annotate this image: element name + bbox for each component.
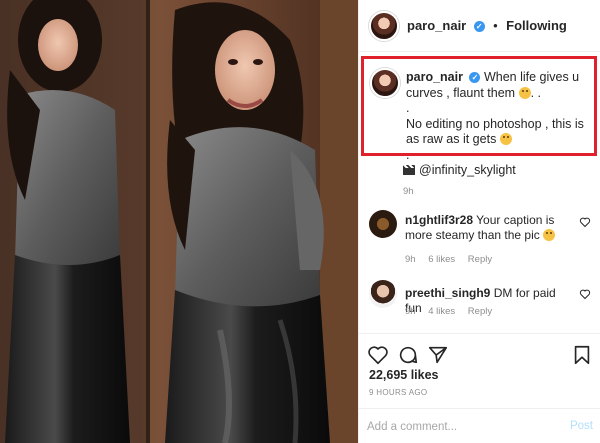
caption-username[interactable]: paro_nair: [406, 70, 463, 84]
comment-likes[interactable]: 4 likes: [428, 306, 455, 317]
post-time-ago: 9 HOURS AGO: [369, 388, 428, 397]
likes-count[interactable]: 22,695 likes: [369, 368, 439, 382]
post-actions-bar: [359, 333, 600, 373]
heart-icon[interactable]: [367, 344, 389, 366]
reply-button[interactable]: Reply: [468, 306, 492, 317]
reply-button[interactable]: Reply: [468, 254, 492, 265]
comment-likes[interactable]: 6 likes: [428, 254, 455, 265]
add-comment-bar: Post: [359, 408, 600, 443]
bookmark-icon[interactable]: [571, 344, 593, 366]
comment-item: preethi_singh9 DM for paid fun 9h 4 like…: [369, 280, 595, 320]
caption-avatar[interactable]: [370, 68, 400, 98]
post-side-panel: paro_nair ✓ • Following paro_nair ✓ When…: [358, 0, 600, 443]
share-icon[interactable]: [427, 344, 449, 366]
comment-meta: 9h 4 likes Reply: [405, 306, 585, 317]
caption-time: 9h: [403, 186, 414, 197]
heart-icon[interactable]: [579, 216, 591, 228]
caption-line1-end: . .: [530, 85, 541, 100]
photo-credit: @infinity_skylight: [403, 163, 516, 177]
laughing-emoji-icon: [499, 133, 512, 145]
comment-meta: 9h 6 likes Reply: [405, 254, 585, 265]
comment-time: 9h: [405, 306, 416, 317]
verified-badge-icon: ✓: [469, 72, 481, 84]
avatar[interactable]: [369, 10, 399, 41]
post-comment-button[interactable]: Post: [570, 420, 593, 432]
header-username[interactable]: paro_nair: [407, 18, 466, 33]
caption-line4: .: [406, 147, 410, 162]
smiling-emoji-icon: [543, 229, 556, 241]
caption-highlight-box: paro_nair ✓ When life gives u curves , f…: [361, 56, 597, 162]
photo-credit-handle[interactable]: @infinity_skylight: [419, 163, 516, 177]
header-separator: •: [493, 17, 498, 33]
comment-avatar[interactable]: [369, 280, 397, 308]
comment-item: n1ghtlif3r28 Your caption is more steamy…: [369, 210, 595, 265]
verified-badge-icon: ✓: [473, 20, 485, 32]
comment-icon[interactable]: [397, 344, 419, 366]
caption-line3: No editing no photoshop , this is as raw…: [406, 116, 584, 147]
comment-username[interactable]: n1ghtlif3r28: [405, 213, 473, 227]
post-header: paro_nair ✓ • Following: [359, 0, 600, 52]
comment-text: n1ghtlif3r28 Your caption is more steamy…: [405, 213, 575, 243]
comment-username[interactable]: preethi_singh9: [405, 286, 490, 300]
comment-avatar[interactable]: [369, 210, 397, 238]
post-photo[interactable]: [0, 0, 358, 443]
post-image: [0, 0, 358, 443]
clapperboard-icon: [403, 165, 415, 175]
winking-tongue-emoji-icon: [518, 86, 531, 99]
heart-icon[interactable]: [579, 288, 591, 300]
comment-time: 9h: [405, 254, 416, 265]
caption-text: paro_nair ✓ When life gives u curves , f…: [406, 70, 590, 163]
caption-meta: 9h: [403, 186, 424, 197]
caption-line2: .: [406, 101, 410, 115]
following-button[interactable]: Following: [506, 18, 567, 33]
add-comment-input[interactable]: [367, 418, 557, 436]
